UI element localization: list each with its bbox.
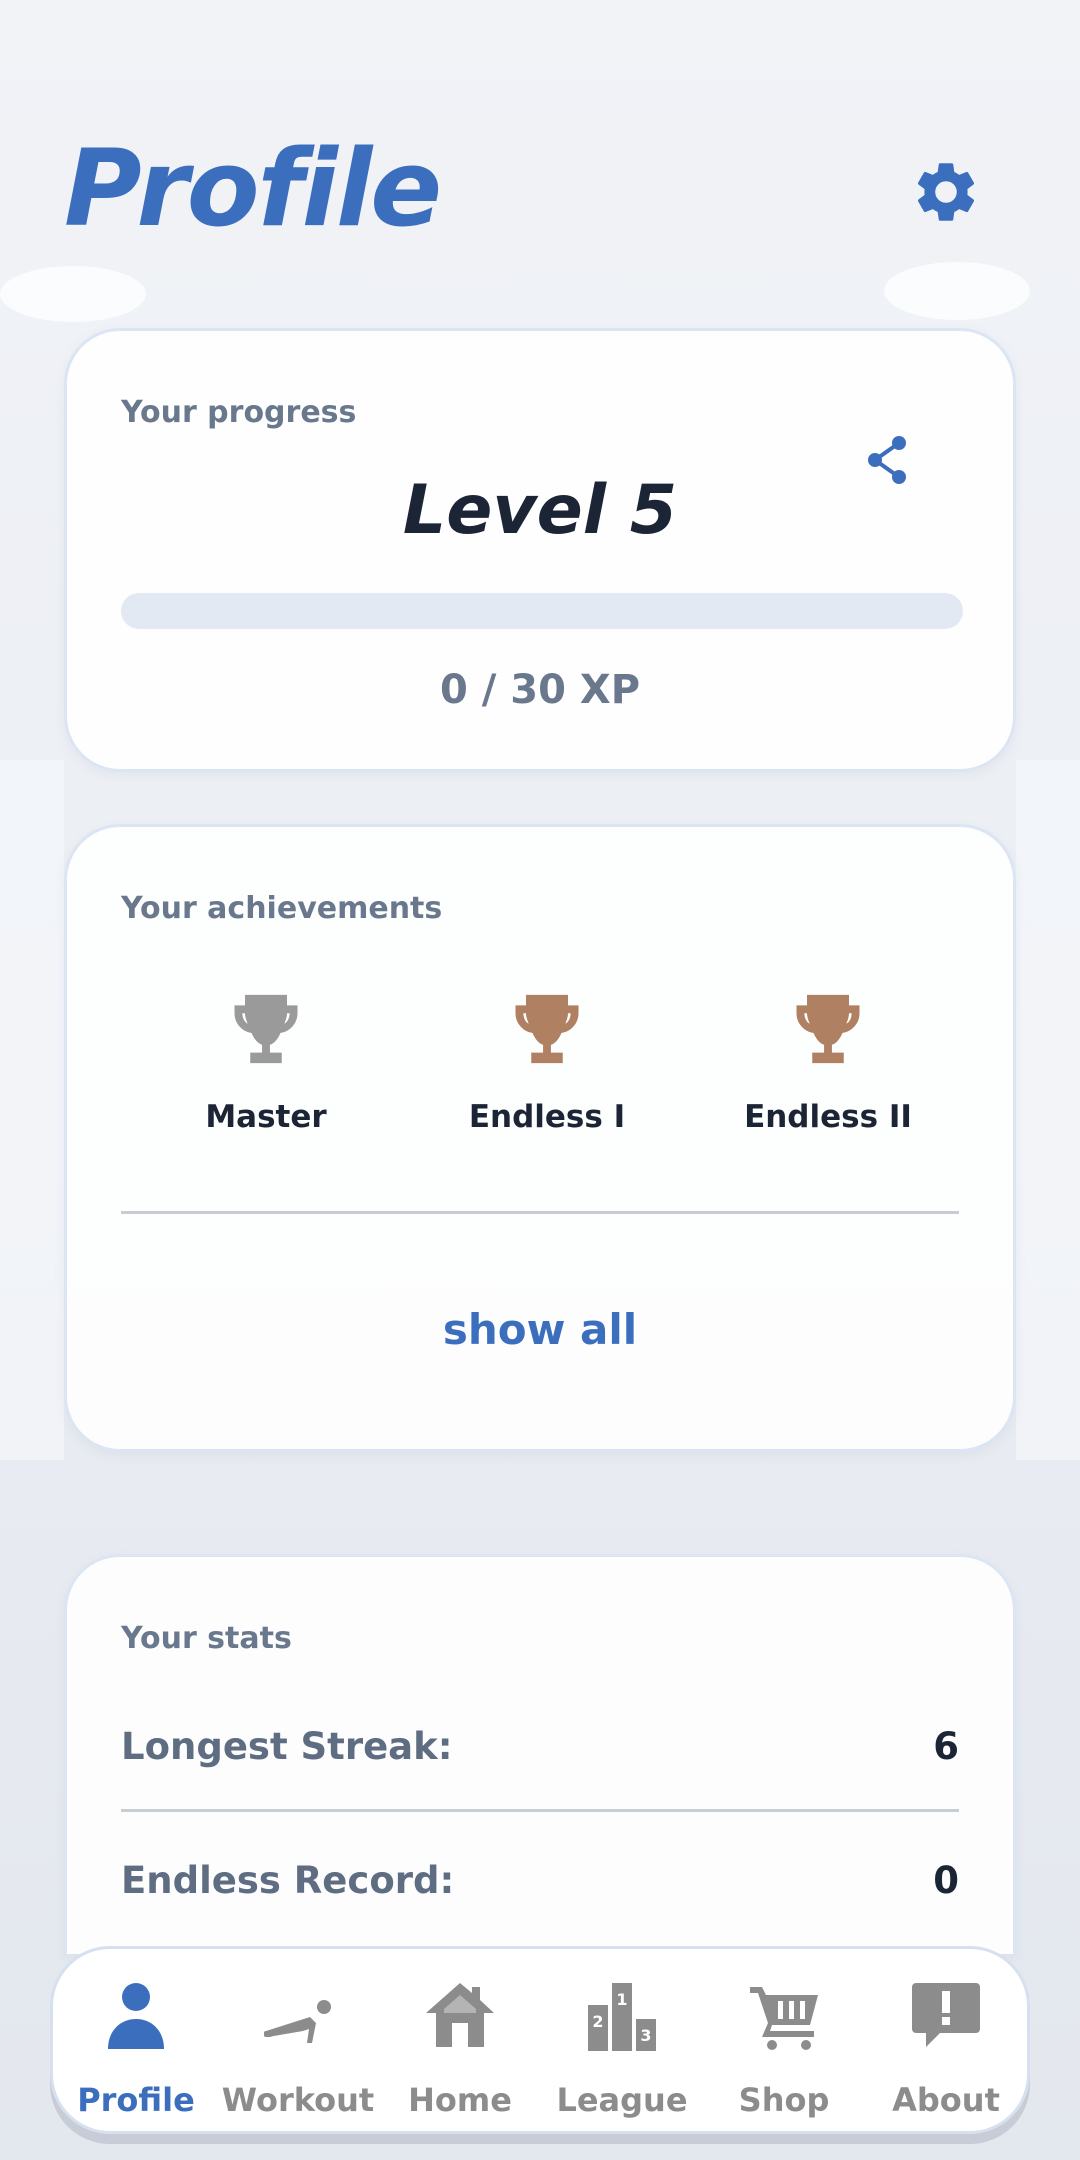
- achievements-row: Master Endless I Endless II: [121, 987, 959, 1147]
- stat-value: 0: [933, 1859, 959, 1902]
- achievement-name: Endless I: [468, 1099, 626, 1135]
- person-icon: [108, 1983, 164, 2049]
- nav-item-league[interactable]: 2 1 3 League: [541, 1949, 703, 2131]
- achievement-endless-1[interactable]: Endless I: [402, 987, 692, 1135]
- stats-label: Your stats: [121, 1621, 292, 1656]
- podium-icon: 2 1 3: [588, 1983, 656, 2051]
- achievement-endless-2[interactable]: Endless II: [683, 987, 973, 1135]
- background-light: [0, 266, 146, 322]
- divider: [121, 1211, 959, 1214]
- stat-row: Endless Record: 0: [121, 1859, 959, 1919]
- nav-label: Workout: [221, 2081, 375, 2119]
- trophy-icon: [515, 994, 579, 1064]
- stat-label: Longest Streak:: [121, 1725, 453, 1768]
- show-all-link[interactable]: show all: [67, 1305, 1013, 1354]
- divider: [121, 1809, 959, 1812]
- stat-value: 6: [933, 1725, 959, 1768]
- trophy-icon: [796, 994, 860, 1064]
- svg-text:1: 1: [616, 1990, 627, 2009]
- gear-icon: [917, 163, 975, 221]
- achievement-name: Master: [205, 1099, 327, 1135]
- nav-label: Profile: [77, 2081, 195, 2119]
- stat-label: Endless Record:: [121, 1859, 455, 1902]
- trophy-icon: [234, 994, 298, 1064]
- svg-text:2: 2: [592, 2012, 603, 2031]
- stats-card: Your stats Longest Streak: 6 Endless Rec…: [64, 1554, 1016, 1954]
- achievement-name: Endless II: [744, 1099, 912, 1135]
- page-title: Profile: [64, 127, 442, 250]
- background-light: [884, 262, 1030, 320]
- nav-item-home[interactable]: Home: [379, 1949, 541, 2131]
- nav-item-about[interactable]: About: [865, 1949, 1027, 2131]
- progress-card: Your progress Level 5 0 / 30 XP: [64, 328, 1016, 772]
- xp-progress-bar: [121, 593, 963, 629]
- nav-label: League: [556, 2081, 688, 2119]
- nav-item-profile[interactable]: Profile: [55, 1949, 217, 2131]
- background-window: [0, 760, 64, 1460]
- progress-label: Your progress: [121, 395, 357, 430]
- achievements-card: Your achievements Master Endless I Endle…: [64, 824, 1016, 1452]
- achievement-master[interactable]: Master: [121, 987, 411, 1135]
- info-bubble-icon: [912, 1983, 980, 2047]
- achievements-label: Your achievements: [121, 891, 443, 926]
- pushup-icon: [264, 2000, 331, 2043]
- background-window: [1016, 760, 1080, 1460]
- bottom-nav: Profile Workout Home 2 1 3 League Shop A…: [50, 1946, 1030, 2134]
- home-icon: [426, 1983, 494, 2047]
- xp-text: 0 / 30 XP: [439, 667, 641, 713]
- cart-icon: [750, 1987, 818, 2050]
- nav-label: Home: [408, 2081, 512, 2119]
- nav-label: Shop: [738, 2081, 830, 2119]
- settings-button[interactable]: [910, 156, 982, 228]
- stat-row: Longest Streak: 6: [121, 1725, 959, 1785]
- nav-item-shop[interactable]: Shop: [703, 1949, 865, 2131]
- nav-item-workout[interactable]: Workout: [217, 1949, 379, 2131]
- svg-text:3: 3: [640, 2026, 651, 2045]
- level-text: Level 5: [402, 471, 678, 550]
- nav-label: About: [892, 2081, 1000, 2119]
